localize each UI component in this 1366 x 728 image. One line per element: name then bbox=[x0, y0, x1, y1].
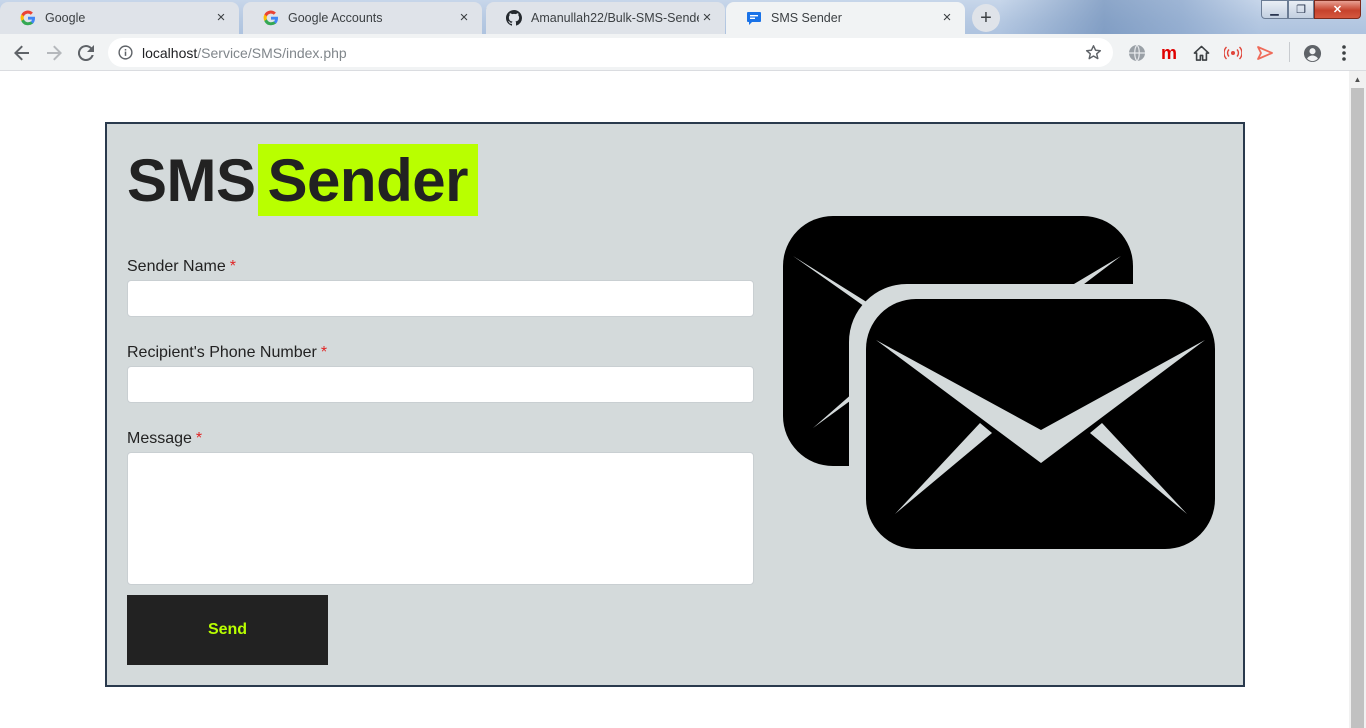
required-mark: * bbox=[195, 430, 203, 447]
message-label-text: Message bbox=[127, 430, 192, 447]
browser-toolbar: localhost/Service/SMS/index.php m bbox=[0, 34, 1366, 71]
sender-name-label: Sender Name * bbox=[127, 258, 754, 276]
title-sms: SMS bbox=[127, 146, 256, 214]
send-extension-icon[interactable] bbox=[1254, 42, 1276, 64]
reload-icon[interactable] bbox=[75, 42, 97, 64]
chat-icon bbox=[746, 10, 762, 26]
back-icon[interactable] bbox=[11, 42, 33, 64]
required-mark: * bbox=[320, 344, 328, 361]
envelopes-icon bbox=[783, 216, 1217, 550]
phone-number-input[interactable] bbox=[127, 366, 754, 403]
home-icon[interactable] bbox=[1190, 42, 1212, 64]
close-icon[interactable]: × bbox=[456, 10, 472, 26]
message-group: Message * bbox=[127, 430, 754, 585]
phone-number-label: Recipient's Phone Number * bbox=[127, 344, 754, 362]
google-icon bbox=[20, 10, 36, 26]
sender-name-label-text: Sender Name bbox=[127, 258, 226, 275]
toolbar-divider bbox=[1289, 42, 1290, 62]
send-button[interactable]: Send bbox=[127, 595, 328, 665]
tab-title: Amanullah22/Bulk-SMS-Sender bbox=[531, 11, 699, 25]
close-icon[interactable]: × bbox=[699, 10, 715, 26]
tab-title: SMS Sender bbox=[771, 11, 842, 25]
m-extension-icon[interactable]: m bbox=[1158, 42, 1180, 64]
message-label: Message * bbox=[127, 430, 754, 448]
tab-sms-sender[interactable]: SMS Sender × bbox=[726, 2, 965, 34]
github-icon bbox=[506, 10, 522, 26]
tab-google-accounts[interactable]: Google Accounts × bbox=[243, 2, 482, 34]
tab-title: Google Accounts bbox=[288, 11, 383, 25]
vertical-scrollbar[interactable]: ▲ bbox=[1349, 71, 1366, 728]
close-icon[interactable]: × bbox=[939, 10, 955, 26]
tab-google[interactable]: Google × bbox=[0, 2, 239, 34]
url-host: localhost bbox=[142, 44, 198, 61]
page-title: SMS Sender bbox=[127, 144, 478, 216]
url-text: localhost/Service/SMS/index.php bbox=[142, 45, 347, 61]
sender-name-input[interactable] bbox=[127, 280, 754, 317]
new-tab-button[interactable]: + bbox=[972, 4, 1000, 32]
maximize-button[interactable]: ❐ bbox=[1288, 0, 1314, 19]
forward-icon[interactable] bbox=[43, 42, 65, 64]
sms-sender-card: SMS Sender Sender Name * Recipient's Phon… bbox=[105, 122, 1245, 687]
google-icon bbox=[263, 10, 279, 26]
cast-extension-icon[interactable] bbox=[1222, 42, 1244, 64]
front-envelope bbox=[866, 299, 1215, 549]
tab-title: Google bbox=[45, 11, 86, 25]
close-window-button[interactable]: ✕ bbox=[1314, 0, 1361, 19]
phone-number-group: Recipient's Phone Number * bbox=[127, 344, 754, 403]
window-controls: ▁ ❐ ✕ bbox=[1261, 0, 1361, 19]
scrollbar-thumb[interactable] bbox=[1351, 88, 1364, 728]
message-textarea[interactable] bbox=[127, 452, 754, 585]
close-icon[interactable]: × bbox=[213, 10, 229, 26]
required-mark: * bbox=[229, 258, 236, 275]
phone-number-label-text: Recipient's Phone Number bbox=[127, 344, 317, 361]
menu-icon[interactable] bbox=[1333, 42, 1355, 64]
scroll-up-arrow-icon[interactable]: ▲ bbox=[1349, 71, 1366, 88]
minimize-button[interactable]: ▁ bbox=[1261, 0, 1288, 19]
url-path: /Service/SMS/index.php bbox=[197, 44, 347, 61]
tab-github[interactable]: Amanullah22/Bulk-SMS-Sender × bbox=[486, 2, 725, 34]
address-bar[interactable]: localhost/Service/SMS/index.php bbox=[108, 38, 1113, 67]
title-sender-highlight: Sender bbox=[257, 144, 478, 216]
globe-extension-icon[interactable] bbox=[1126, 42, 1148, 64]
browser-titlebar: Google × Google Accounts × Amanullah22/B… bbox=[0, 0, 1366, 34]
profile-icon[interactable] bbox=[1301, 42, 1323, 64]
info-icon[interactable] bbox=[118, 45, 133, 60]
star-icon[interactable] bbox=[1085, 44, 1102, 61]
sender-name-group: Sender Name * bbox=[127, 258, 754, 317]
